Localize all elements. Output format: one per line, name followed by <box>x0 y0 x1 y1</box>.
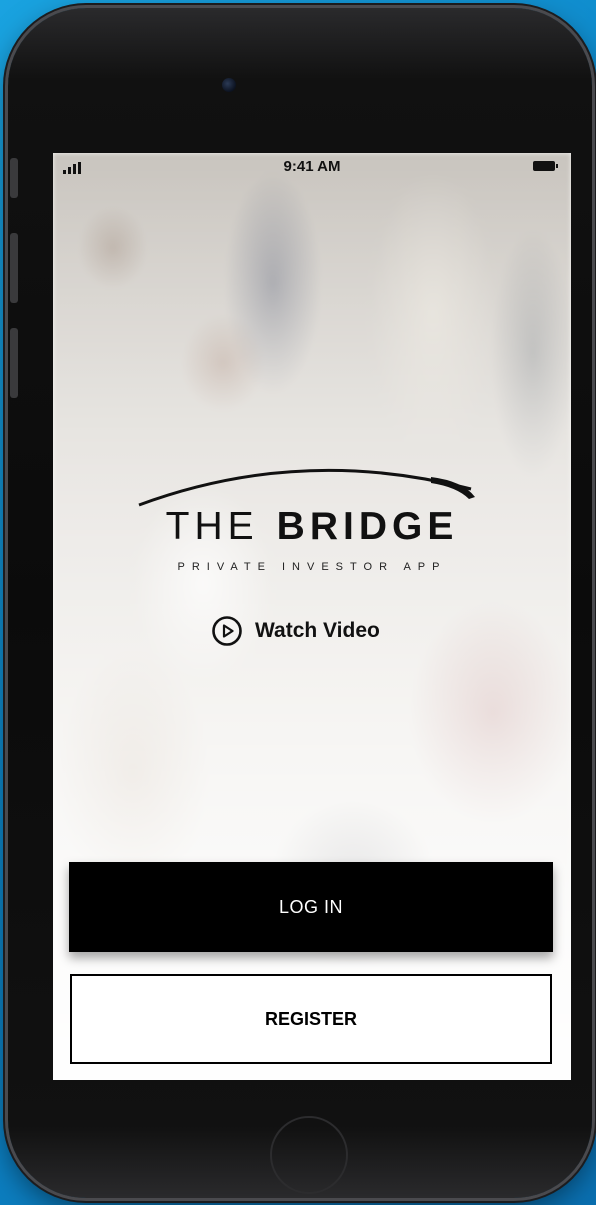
battery-icon <box>533 161 558 171</box>
watch-video-label: Watch Video <box>255 619 380 642</box>
phone-frame: 9:41 AM THE BRIDGE PRIVATE INVESTOR APP W… <box>8 8 592 1198</box>
volume-down-button <box>10 328 18 398</box>
brand-tagline: PRIVATE INVESTOR APP <box>177 561 447 573</box>
app-screen: 9:41 AM THE BRIDGE PRIVATE INVESTOR APP W… <box>53 153 571 1080</box>
brand-title-bold: BRIDGE <box>276 505 459 548</box>
login-button[interactable]: LOG IN <box>69 862 553 952</box>
brand-title-light: THE <box>165 505 259 548</box>
mute-switch <box>10 158 18 198</box>
home-button[interactable] <box>270 1116 348 1194</box>
register-button[interactable]: REGISTER <box>70 974 552 1064</box>
logo-arc-icon <box>138 468 475 507</box>
play-circle-icon <box>212 616 242 646</box>
front-camera <box>222 78 236 92</box>
volume-up-button <box>10 233 18 303</box>
status-time: 9:41 AM <box>283 158 341 175</box>
brand-title: THE BRIDGE <box>53 505 571 549</box>
watch-video-link[interactable]: Watch Video <box>211 615 380 647</box>
